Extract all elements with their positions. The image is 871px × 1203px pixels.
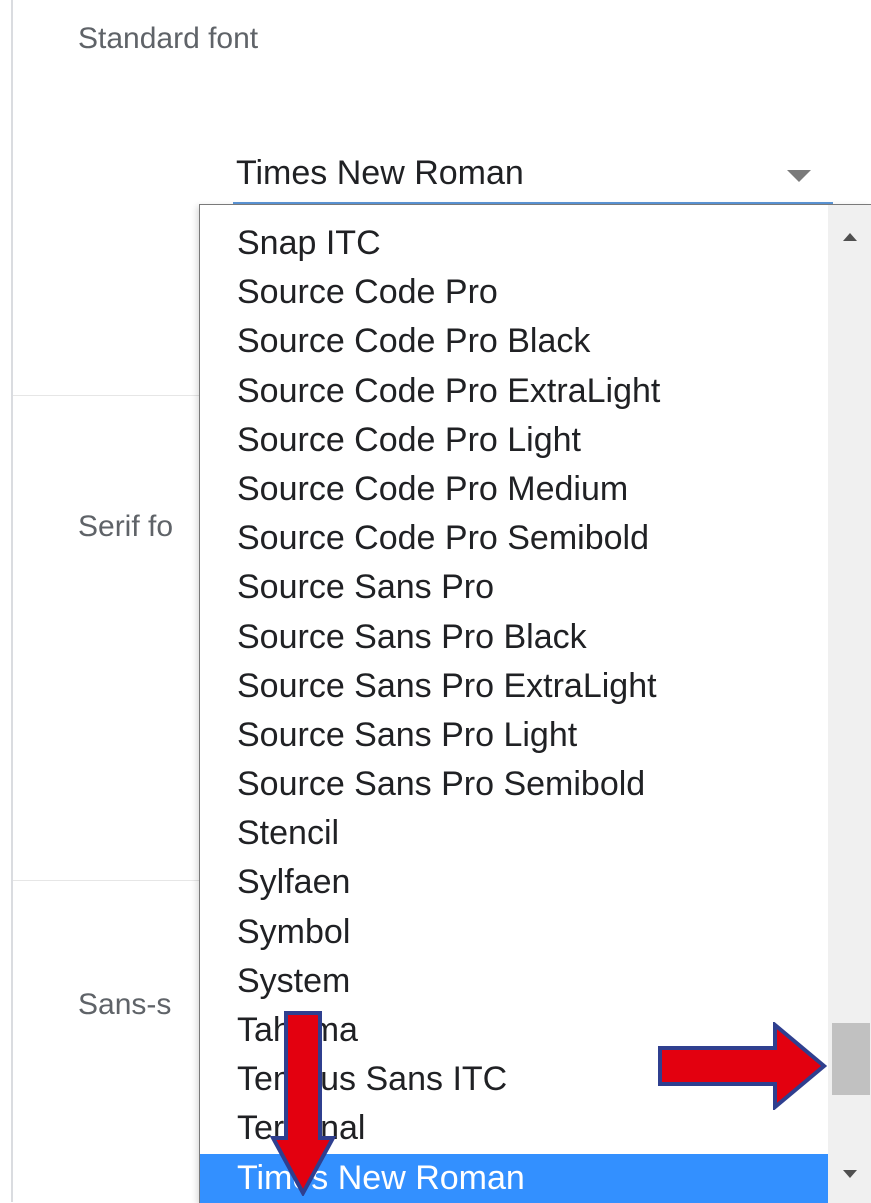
standard-font-label: Standard font	[78, 22, 259, 55]
scrollbar-thumb[interactable]	[832, 1023, 870, 1095]
arrow-up-icon[interactable]	[843, 233, 857, 241]
caret-down-icon[interactable]	[787, 170, 811, 182]
option[interactable]: System	[200, 957, 828, 1006]
arrow-down-icon[interactable]	[843, 1170, 857, 1178]
option[interactable]: Source Sans Pro ExtraLight	[200, 662, 828, 711]
select-value: Times New Roman	[236, 154, 524, 192]
option[interactable]: Source Sans Pro Light	[200, 711, 828, 760]
option[interactable]: Snap ITC	[200, 219, 828, 268]
option[interactable]: Source Code Pro Black	[200, 317, 828, 366]
standard-font-select[interactable]: Times New Roman	[233, 150, 833, 204]
option[interactable]: Source Sans Pro	[200, 563, 828, 612]
option[interactable]: Symbol	[200, 908, 828, 957]
option[interactable]: Source Sans Pro Black	[200, 613, 828, 662]
option[interactable]: Sylfaen	[200, 858, 828, 907]
red-arrow-down-icon	[270, 1011, 336, 1196]
option[interactable]: Source Code Pro Light	[200, 416, 828, 465]
option[interactable]: Source Sans Pro Semibold	[200, 760, 828, 809]
left-border	[11, 0, 13, 1202]
scrollbar[interactable]	[828, 205, 871, 1203]
red-arrow-right-icon	[658, 1022, 827, 1110]
option[interactable]: Stencil	[200, 809, 828, 858]
option[interactable]: Source Code Pro ExtraLight	[200, 367, 828, 416]
option[interactable]: Source Code Pro Semibold	[200, 514, 828, 563]
serif-font-label: Serif fo	[78, 510, 174, 543]
option[interactable]: Source Code Pro Medium	[200, 465, 828, 514]
sans-serif-font-label: Sans-s	[78, 988, 172, 1021]
option[interactable]: Source Code Pro	[200, 268, 828, 317]
